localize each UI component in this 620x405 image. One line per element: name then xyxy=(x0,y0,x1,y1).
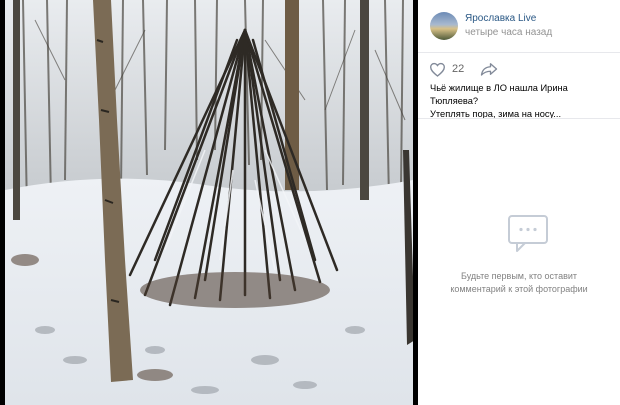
heart-icon xyxy=(429,62,446,77)
like-count: 22 xyxy=(452,63,465,75)
share-arrow-icon xyxy=(480,63,498,76)
post-time[interactable]: четыре часа назад xyxy=(465,27,552,38)
post-sidebar: Ярославка Live четыре часа назад 22 Чьё … xyxy=(418,0,620,405)
post-actions: 22 xyxy=(418,56,620,82)
avatar[interactable] xyxy=(430,12,458,40)
photo-viewer: Ярославка Live четыре часа назад 22 Чьё … xyxy=(0,0,620,405)
winter-forest-photo xyxy=(5,0,413,405)
caption-line: Чьё жилище в ЛО нашла Ирина Тюпляева? xyxy=(430,83,568,106)
like-button[interactable]: 22 xyxy=(429,60,464,78)
empty-text-line: комментарий к этой фотографии xyxy=(450,284,588,294)
comments-empty-state: Будьте первым, кто оставит комментарий к… xyxy=(418,119,620,405)
post-header: Ярославка Live четыре часа назад xyxy=(418,0,620,53)
empty-text-line: Будьте первым, кто оставит xyxy=(460,271,578,281)
share-button[interactable] xyxy=(480,61,498,77)
photo[interactable] xyxy=(5,0,413,405)
post-caption: Чьё жилище в ЛО нашла Ирина Тюпляева? Ут… xyxy=(430,82,616,121)
empty-comments-text: Будьте первым, кто оставит комментарий к… xyxy=(438,270,600,296)
speech-bubble-icon xyxy=(508,215,548,252)
author-name[interactable]: Ярославка Live xyxy=(465,13,536,24)
